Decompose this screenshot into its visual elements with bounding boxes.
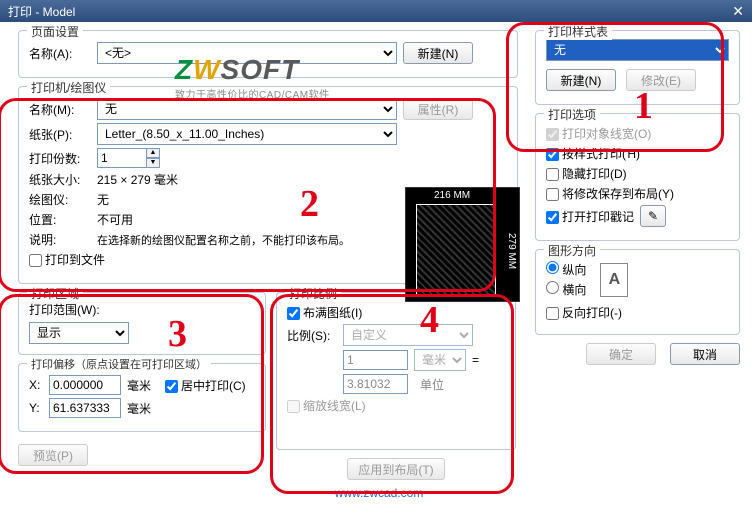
ok-button: 确定 <box>586 343 656 365</box>
scale-den-input <box>343 374 408 394</box>
landscape-radio[interactable]: 横向 <box>546 281 586 298</box>
cancel-button[interactable]: 取消 <box>670 343 740 365</box>
opt-by-style[interactable]: 按样式打印(Ή) <box>546 145 640 162</box>
printer-name-select[interactable]: 无 <box>97 98 397 120</box>
paper-preview: 216 MM 279 MM <box>405 187 520 302</box>
fit-paper-checkbox[interactable]: 布满图纸(I) <box>287 304 362 321</box>
plot-options-group: 打印选项 打印对象线宽(O) 按样式打印(Ή) 隐藏打印(D) 将修改保存到布局… <box>535 113 740 241</box>
name-label: 名称(A): <box>29 45 91 62</box>
plot-style-select[interactable]: 无 <box>546 39 729 61</box>
orientation-icon: A <box>600 263 628 297</box>
offset-x-input[interactable] <box>49 375 121 395</box>
scale-unit-select: 毫米 <box>414 349 466 371</box>
print-scale-group: 打印比例 布满图纸(I) 比例(S): 自定义 毫米 = 单位 <box>276 292 516 450</box>
print-area-group: 打印区域 打印范围(W): 显示 <box>18 292 266 355</box>
opt-hide[interactable]: 隐藏打印(D) <box>546 165 627 182</box>
print-offset-group: 打印偏移（原点设置在可打印区域） X: 毫米 居中打印(C) Y: 毫米 <box>18 363 266 432</box>
new-style-button[interactable]: 新建(N) <box>546 69 616 91</box>
scale-ratio-select: 自定义 <box>343 324 473 346</box>
footer-url: www.zwcad.com <box>18 480 740 506</box>
opt-stamp[interactable]: 打开打印戳记 <box>546 208 634 225</box>
plot-style-group: 打印样式表 无 新建(N) 修改(E) <box>535 30 740 105</box>
paper-size-value: 215 × 279 毫米 <box>97 171 178 188</box>
stamp-icon: ✎ <box>648 209 658 223</box>
reverse-checkbox[interactable]: 反向打印(-) <box>546 304 622 321</box>
title-bar: 打印 - Model ✕ <box>0 0 752 22</box>
offset-y-input[interactable] <box>49 398 121 418</box>
window-title: 打印 - Model <box>8 3 75 20</box>
portrait-radio[interactable]: 纵向 <box>546 261 586 278</box>
paper-select[interactable]: Letter_(8.50_x_11.00_Inches) <box>97 123 397 145</box>
scale-num-input <box>343 350 408 370</box>
center-print-checkbox[interactable]: 居中打印(C) <box>165 377 246 394</box>
apply-layout-button: 应用到布局(T) <box>347 458 444 480</box>
print-to-file-checkbox[interactable]: 打印到文件 <box>29 251 105 268</box>
spin-down-icon[interactable]: ▼ <box>146 158 160 168</box>
new-pagesetup-button[interactable]: 新建(N) <box>403 42 473 64</box>
page-setup-name-select[interactable]: <无> <box>97 42 397 64</box>
edit-style-button: 修改(E) <box>626 69 696 91</box>
stamp-settings-button[interactable]: ✎ <box>640 205 666 227</box>
copies-spinner[interactable]: ▲▼ <box>97 148 160 168</box>
preview-button: 预览(P) <box>18 444 88 466</box>
printer-props-button: 属性(R) <box>403 98 473 120</box>
orientation-group: 图形方向 纵向 横向 A 反向打印(-) <box>535 249 740 335</box>
page-setup-group: 页面设置 名称(A): <无> 新建(N) <box>18 30 518 78</box>
opt-lineweight: 打印对象线宽(O) <box>546 125 651 142</box>
close-icon[interactable]: ✕ <box>732 3 744 20</box>
spin-up-icon[interactable]: ▲ <box>146 148 160 158</box>
scale-lineweight-checkbox: 缩放线宽(L) <box>287 397 366 414</box>
print-range-select[interactable]: 显示 <box>29 322 129 344</box>
opt-save-layout[interactable]: 将修改保存到布局(Y) <box>546 185 674 202</box>
